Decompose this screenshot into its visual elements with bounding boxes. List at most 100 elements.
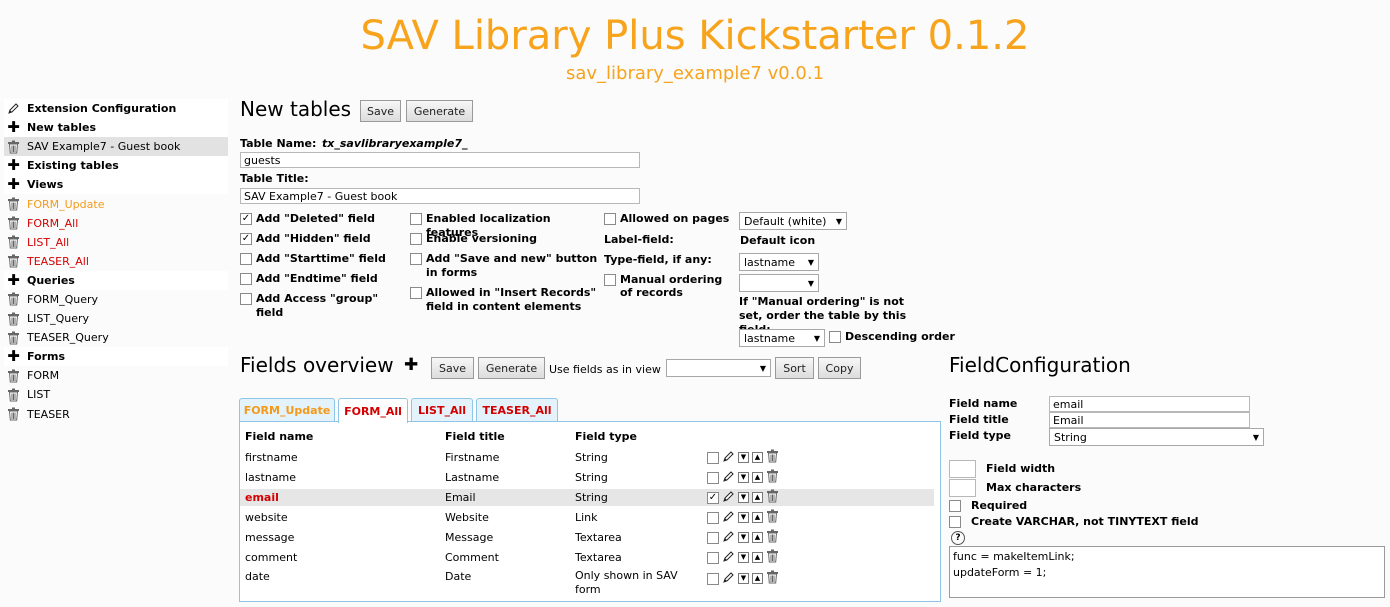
edit-pencil-icon[interactable] xyxy=(722,550,735,566)
edit-pencil-icon[interactable] xyxy=(722,571,735,587)
field-select-checkbox[interactable] xyxy=(707,471,719,484)
field-row[interactable]: lastname Lastname String ▼ ▲ xyxy=(240,469,934,486)
sidebar-item[interactable]: ✚ Existing tables xyxy=(4,156,228,176)
sidebar-item[interactable]: TEASER xyxy=(4,405,228,424)
default-icon-select[interactable]: Default (white) ▼ xyxy=(739,212,847,230)
move-up-icon[interactable]: ▲ xyxy=(752,512,763,523)
copy-button[interactable]: Copy xyxy=(818,357,861,379)
view-tab[interactable]: FORM_Update xyxy=(239,398,335,422)
field-row[interactable]: firstname Firstname String ▼ ▲ xyxy=(240,449,934,466)
delete-trash-icon[interactable] xyxy=(766,549,779,566)
option-checkbox[interactable] xyxy=(410,287,422,299)
field-select-checkbox[interactable] xyxy=(707,551,719,564)
edit-pencil-icon[interactable] xyxy=(722,470,735,486)
sidebar-item[interactable]: TEASER_Query xyxy=(4,328,228,347)
sidebar-item[interactable]: ✚ New tables xyxy=(4,118,228,138)
move-up-icon[interactable]: ▲ xyxy=(752,532,763,543)
move-up-icon[interactable]: ▲ xyxy=(752,472,763,483)
edit-pencil-icon[interactable] xyxy=(722,450,735,466)
sidebar-item[interactable]: LIST_Query xyxy=(4,309,228,328)
option-checkbox[interactable] xyxy=(410,253,422,265)
use-fields-select[interactable]: ▼ xyxy=(666,359,771,377)
table-option[interactable]: Add Access "group" field xyxy=(240,292,405,320)
delete-trash-icon[interactable] xyxy=(766,449,779,466)
option-checkbox[interactable] xyxy=(240,293,252,305)
allowed-on-pages-option[interactable]: Allowed on pages xyxy=(604,212,729,225)
fc-required-checkbox[interactable] xyxy=(949,500,961,512)
move-down-icon[interactable]: ▼ xyxy=(738,492,749,503)
sidebar-item[interactable]: TEASER_All xyxy=(4,252,228,271)
move-down-icon[interactable]: ▼ xyxy=(738,552,749,563)
order-by-select[interactable]: lastname ▼ xyxy=(739,329,825,347)
move-down-icon[interactable]: ▼ xyxy=(738,532,749,543)
move-down-icon[interactable]: ▼ xyxy=(738,573,749,584)
option-checkbox[interactable]: ✓ xyxy=(240,213,252,225)
fc-type-select[interactable]: String ▼ xyxy=(1049,428,1264,446)
option-checkbox[interactable] xyxy=(410,213,422,225)
table-name-input[interactable]: guests xyxy=(240,152,640,168)
descending-order-option[interactable]: Descending order xyxy=(829,330,955,343)
sidebar-item[interactable]: Extension Configuration xyxy=(4,99,228,119)
field-row[interactable]: date Date Only shown in SAV form ▼ ▲ xyxy=(240,569,934,597)
sidebar-item[interactable]: ✚ Queries xyxy=(4,270,228,290)
table-option[interactable]: ✓ Add "Deleted" field xyxy=(240,212,405,226)
table-title-input[interactable]: SAV Example7 - Guest book xyxy=(240,188,640,204)
table-option[interactable]: Enable versioning xyxy=(410,232,600,246)
delete-trash-icon[interactable] xyxy=(766,509,779,526)
fc-name-input[interactable]: email xyxy=(1049,396,1250,412)
field-name[interactable]: lastname xyxy=(245,471,296,484)
new-tables-save-button[interactable]: Save xyxy=(360,100,401,122)
field-select-checkbox[interactable] xyxy=(707,531,719,544)
move-up-icon[interactable]: ▲ xyxy=(752,552,763,563)
move-up-icon[interactable]: ▲ xyxy=(752,492,763,503)
move-up-icon[interactable]: ▲ xyxy=(752,452,763,463)
field-row[interactable]: message Message Textarea ▼ ▲ xyxy=(240,529,934,546)
fc-varchar-checkbox[interactable] xyxy=(949,516,961,528)
table-option[interactable]: Add "Endtime" field xyxy=(240,272,405,286)
new-tables-generate-button[interactable]: Generate xyxy=(406,100,473,122)
field-row[interactable]: comment Comment Textarea ▼ ▲ xyxy=(240,549,934,566)
sidebar-item[interactable]: ✚ Forms xyxy=(4,347,228,367)
move-down-icon[interactable]: ▼ xyxy=(738,472,749,483)
view-tab[interactable]: TEASER_All xyxy=(476,398,558,422)
option-checkbox[interactable] xyxy=(240,273,252,285)
move-up-icon[interactable]: ▲ xyxy=(752,573,763,584)
option-checkbox[interactable] xyxy=(410,233,422,245)
fields-generate-button[interactable]: Generate xyxy=(478,357,545,379)
fc-max-input[interactable] xyxy=(949,479,976,497)
view-tab[interactable]: LIST_All xyxy=(411,398,473,422)
help-icon[interactable]: ? xyxy=(951,531,965,545)
fc-config-textarea[interactable]: func = makeItemLink; updateForm = 1; xyxy=(949,546,1385,598)
delete-trash-icon[interactable] xyxy=(766,570,779,587)
field-name[interactable]: website xyxy=(245,511,288,524)
descending-order-checkbox[interactable] xyxy=(829,331,841,343)
add-field-plus-icon[interactable]: ✚ xyxy=(404,357,418,374)
table-option[interactable]: Add "Starttime" field xyxy=(240,252,405,266)
sidebar-item[interactable]: FORM xyxy=(4,366,228,385)
field-name[interactable]: email xyxy=(245,491,279,504)
field-name[interactable]: message xyxy=(245,531,294,544)
sidebar-item[interactable]: LIST xyxy=(4,385,228,404)
field-select-checkbox[interactable] xyxy=(707,451,719,464)
allowed-on-pages-checkbox[interactable] xyxy=(604,213,616,225)
field-row[interactable]: email Email String ✓ ▼ ▲ xyxy=(240,489,934,506)
sidebar-item[interactable]: SAV Example7 - Guest book xyxy=(4,137,228,157)
field-name[interactable]: firstname xyxy=(245,451,298,464)
edit-pencil-icon[interactable] xyxy=(722,510,735,526)
table-option[interactable]: ✓ Add "Hidden" field xyxy=(240,232,405,246)
view-tab[interactable]: FORM_All xyxy=(338,398,408,423)
manual-ordering-checkbox[interactable] xyxy=(604,274,616,286)
label-field-select[interactable]: lastname ▼ xyxy=(739,253,819,271)
fields-save-button[interactable]: Save xyxy=(431,357,474,379)
fc-varchar-option[interactable]: Create VARCHAR, not TINYTEXT field xyxy=(949,515,1199,528)
field-name[interactable]: comment xyxy=(245,551,297,564)
field-name[interactable]: date xyxy=(245,570,270,583)
fc-width-input[interactable] xyxy=(949,460,976,478)
delete-trash-icon[interactable] xyxy=(766,529,779,546)
type-field-select[interactable]: ▼ xyxy=(739,274,819,292)
option-checkbox[interactable] xyxy=(240,253,252,265)
sidebar-item[interactable]: FORM_Query xyxy=(4,290,228,309)
field-select-checkbox[interactable]: ✓ xyxy=(707,491,719,504)
sidebar-item[interactable]: LIST_All xyxy=(4,233,228,252)
fc-title-input[interactable]: Email xyxy=(1049,412,1250,428)
